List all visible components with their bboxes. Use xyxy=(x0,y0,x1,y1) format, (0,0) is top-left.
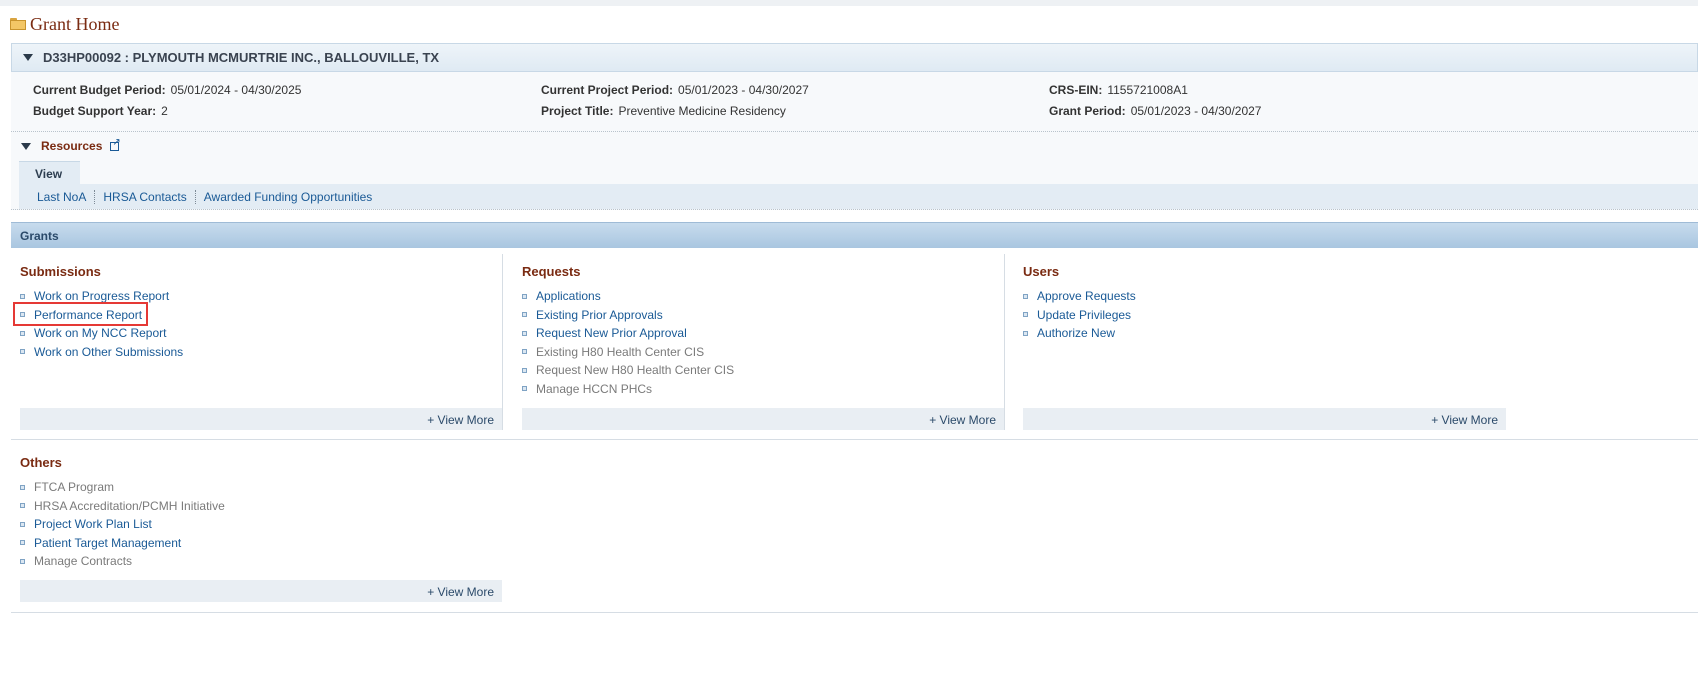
bullet-icon xyxy=(522,312,527,318)
awarded-funding-opportunities-link[interactable]: Awarded Funding Opportunities xyxy=(196,190,381,204)
highlight-box xyxy=(13,302,148,326)
requests-title: Requests xyxy=(522,264,581,279)
users-view-more-link[interactable]: + View More xyxy=(1431,413,1498,427)
section-divider xyxy=(11,439,1698,440)
list-item: HRSA Accreditation/PCMH Initiative xyxy=(20,497,225,516)
manage-contracts: Manage Contracts xyxy=(34,554,133,569)
list-item: Project Work Plan List xyxy=(20,515,225,534)
applications-link[interactable]: Applications xyxy=(536,289,601,303)
others-list: FTCA Program HRSA Accreditation/PCMH Ini… xyxy=(20,478,225,571)
bullet-icon xyxy=(522,330,527,336)
list-item: Request New Prior Approval xyxy=(522,324,734,343)
list-item: Manage HCCN PHCs xyxy=(522,380,734,399)
budget-support-year: Budget Support Year: 2 xyxy=(33,104,168,118)
resources-panel: Resources View Last NoA HRSA Contacts Aw… xyxy=(11,132,1698,210)
list-item: Existing H80 Health Center CIS xyxy=(522,343,734,362)
approve-requests-link[interactable]: Approve Requests xyxy=(1037,289,1136,303)
bullet-icon xyxy=(20,330,25,336)
tab-view[interactable]: View xyxy=(19,161,80,184)
list-item: Request New H80 Health Center CIS xyxy=(522,361,734,380)
authorize-new-link[interactable]: Authorize New xyxy=(1037,326,1115,340)
column-divider xyxy=(1004,254,1005,430)
page-title: Grant Home xyxy=(10,14,119,34)
work-on-other-submissions-link[interactable]: Work on Other Submissions xyxy=(34,345,183,359)
update-privileges-link[interactable]: Update Privileges xyxy=(1037,308,1131,322)
external-link-icon[interactable] xyxy=(110,137,121,151)
list-item: Existing Prior Approvals xyxy=(522,306,734,325)
section-divider xyxy=(11,612,1698,613)
resources-header[interactable]: Resources xyxy=(21,137,121,153)
bullet-icon xyxy=(20,558,25,564)
folder-icon xyxy=(10,18,26,30)
bullet-icon xyxy=(1023,312,1028,318)
grant-info-panel: Current Budget Period: 05/01/2024 - 04/30… xyxy=(11,72,1698,132)
grant-header[interactable]: D33HP00092 : PLYMOUTH MCMURTRIE INC., BA… xyxy=(11,43,1698,72)
requests-list: Applications Existing Prior Approvals Re… xyxy=(522,287,734,398)
submissions-view-more-bar: + View More xyxy=(20,408,502,430)
last-noa-link[interactable]: Last NoA xyxy=(19,190,94,204)
bullet-icon xyxy=(522,349,527,355)
bullet-icon xyxy=(1023,330,1028,336)
bullet-icon xyxy=(522,386,527,392)
work-on-my-ncc-report-link[interactable]: Work on My NCC Report xyxy=(34,326,166,340)
users-title: Users xyxy=(1023,264,1060,279)
patient-target-management-link[interactable]: Patient Target Management xyxy=(34,536,181,550)
bullet-icon xyxy=(522,293,527,299)
grants-section-bar: Grants xyxy=(11,222,1698,248)
others-view-more-link[interactable]: + View More xyxy=(427,585,494,599)
submissions-view-more-link[interactable]: + View More xyxy=(427,413,494,427)
grant-period: Grant Period: 05/01/2023 - 04/30/2027 xyxy=(1049,104,1262,118)
list-item: Work on Other Submissions xyxy=(20,343,183,362)
crs-ein: CRS-EIN: 1155721008A1 xyxy=(1049,83,1188,97)
list-item: FTCA Program xyxy=(20,478,225,497)
current-project-period: Current Project Period: 05/01/2023 - 04/3… xyxy=(541,83,809,97)
others-title: Others xyxy=(20,455,62,470)
project-work-plan-list-link[interactable]: Project Work Plan List xyxy=(34,517,152,531)
bullet-icon xyxy=(20,521,25,527)
collapse-triangle-icon[interactable] xyxy=(21,142,31,150)
list-item: Update Privileges xyxy=(1023,306,1136,325)
existing-prior-approvals-link[interactable]: Existing Prior Approvals xyxy=(536,308,663,322)
bullet-icon xyxy=(20,349,25,355)
bullet-icon xyxy=(20,503,25,509)
list-item: Approve Requests xyxy=(1023,287,1136,306)
hrsa-accreditation-pcmh-initiative: HRSA Accreditation/PCMH Initiative xyxy=(34,498,225,513)
list-item: Patient Target Management xyxy=(20,534,225,553)
grant-header-title: D33HP00092 : PLYMOUTH MCMURTRIE INC., BA… xyxy=(43,50,440,65)
submissions-title: Submissions xyxy=(20,264,101,279)
existing-h80-health-center-cis: Existing H80 Health Center CIS xyxy=(536,344,705,359)
bullet-icon xyxy=(522,367,527,373)
users-list: Approve Requests Update Privileges Autho… xyxy=(1023,287,1136,343)
hrsa-contacts-link[interactable]: HRSA Contacts xyxy=(95,190,194,204)
ftca-program: FTCA Program xyxy=(34,480,115,495)
resources-title: Resources xyxy=(41,139,103,153)
project-title: Project Title: Preventive Medicine Reside… xyxy=(541,104,786,118)
list-item: Applications xyxy=(522,287,734,306)
bullet-icon xyxy=(20,293,25,299)
collapse-triangle-icon[interactable] xyxy=(23,54,33,61)
list-item: Authorize New xyxy=(1023,324,1136,343)
bullet-icon xyxy=(1023,293,1028,299)
request-new-h80-health-center-cis: Request New H80 Health Center CIS xyxy=(536,363,735,378)
requests-view-more-link[interactable]: + View More xyxy=(929,413,996,427)
top-strip xyxy=(0,0,1698,6)
requests-view-more-bar: + View More xyxy=(522,408,1004,430)
bullet-icon xyxy=(20,484,25,490)
list-item: Work on My NCC Report xyxy=(20,324,183,343)
list-item: Manage Contracts xyxy=(20,552,225,571)
manage-hccn-phcs: Manage HCCN PHCs xyxy=(536,381,653,396)
current-budget-period: Current Budget Period: 05/01/2024 - 04/30… xyxy=(33,83,302,97)
column-divider xyxy=(502,254,503,430)
others-view-more-bar: + View More xyxy=(20,580,502,602)
resources-links: Last NoA HRSA Contacts Awarded Funding O… xyxy=(19,184,1698,209)
page-title-text: Grant Home xyxy=(30,13,120,34)
users-view-more-bar: + View More xyxy=(1023,408,1506,430)
bullet-icon xyxy=(20,540,25,546)
request-new-prior-approval-link[interactable]: Request New Prior Approval xyxy=(536,326,687,340)
